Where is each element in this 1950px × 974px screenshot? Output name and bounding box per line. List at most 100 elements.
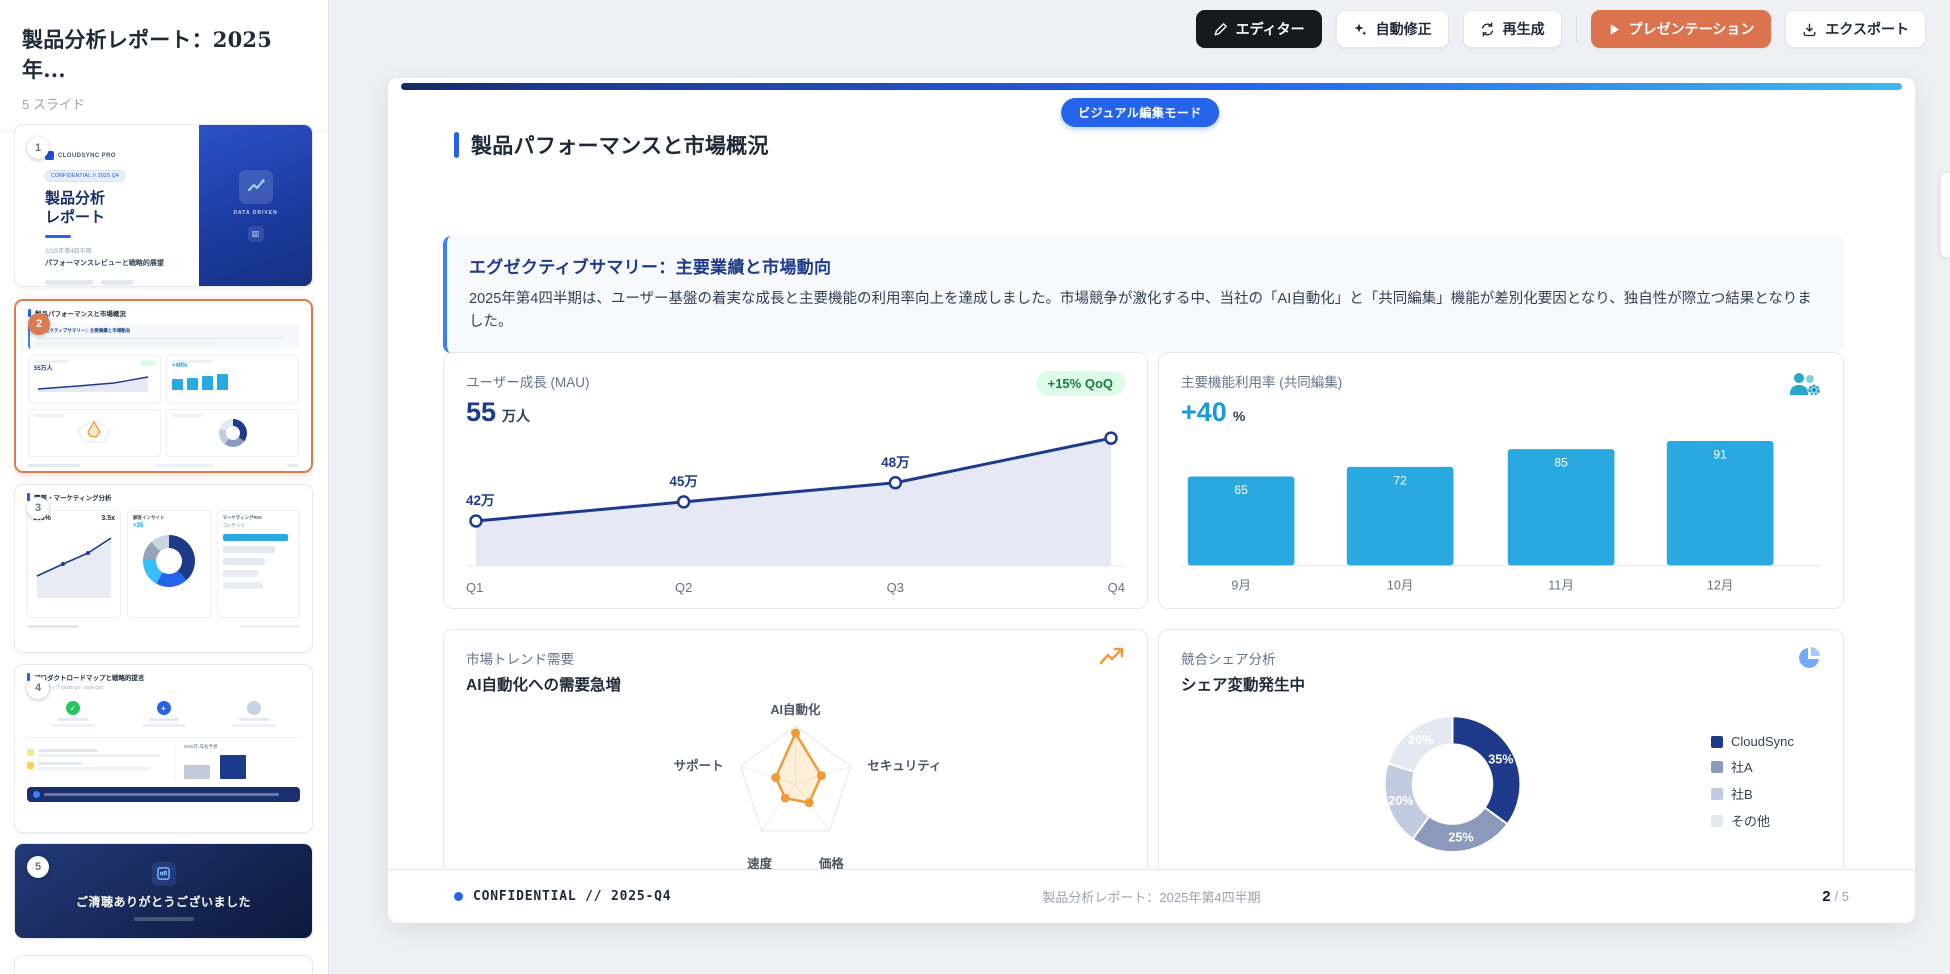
card-feature-usage[interactable]: 主要機能利用率 (共同編集) +40% 659月7210月8511月9112月 [1158,352,1844,609]
card-label: ユーザー成長 (MAU) [466,371,1125,391]
regenerate-button[interactable]: 再生成 [1463,10,1562,48]
slide-number-badge: 4 [27,677,49,699]
sidebar: 製品分析レポート：2025年... 5 スライド 1 CLOUDSYNC PRO… [0,0,329,974]
title-accent-bar [454,132,459,158]
visual-edit-mode-badge[interactable]: ビジュアル編集モード [1061,98,1219,127]
svg-text:Q2: Q2 [675,580,692,595]
auto-fix-button[interactable]: 自動修正 [1336,10,1449,48]
share-title: シェア変動発生中 [1181,673,1821,695]
sidebar-header: 製品分析レポート：2025年... 5 スライド [0,0,328,132]
legend-label: CloudSync [1731,734,1794,749]
svg-text:91: 91 [1713,447,1727,461]
legend-label: 社A [1731,757,1753,776]
export-button[interactable]: エクスポート [1785,10,1926,48]
right-panel-handle[interactable] [1940,172,1950,258]
legend-swatch [1711,815,1723,827]
logo-icon [152,862,176,886]
thumb2-stat-feature: +40% [172,363,293,369]
thumb1-title-line1: 製品分析 [45,190,105,207]
chart-icon [239,170,273,204]
svg-text:48万: 48万 [881,455,909,470]
svg-text:11月: 11月 [1548,579,1574,593]
plus-icon: + [157,701,171,715]
slide-thumbnail-5[interactable]: 5 ご清聴ありがとうございました [14,843,313,939]
svg-text:20%: 20% [1408,733,1433,747]
footer-report-title: 製品分析レポート：2025年第4四半期 [884,887,1419,906]
qoq-badge: +15% QoQ [1036,371,1125,396]
svg-text:65: 65 [1234,483,1248,497]
legend-item: CloudSync [1711,734,1794,749]
slide-canvas: ビジュアル編集モード 製品パフォーマンスと市場概況 エグゼクティブサマリー：主要… [388,78,1915,923]
confidential-label: CONFIDENTIAL // 2025-Q4 [473,889,671,904]
editor-button[interactable]: エディター [1196,10,1322,48]
thumb2-stat-mau: 55万人 [34,363,155,372]
legend-label: 社B [1731,784,1753,803]
thumb1-sub2: パフォーマンスレビューと戦略的展望 [45,258,189,268]
slide-thumbnail-3[interactable]: 3 需要・マーケティング分析 105%3.5x 顧客インサイト +35 マーケテ… [14,484,313,653]
svg-text:Q4: Q4 [1108,580,1125,595]
thumb1-logo-text: CLOUDSYNC PRO [58,153,116,159]
svg-text:AI自動化: AI自動化 [771,702,821,717]
slide-number-badge: 2 [28,313,50,335]
card-user-growth[interactable]: ユーザー成長 (MAU) 55万人 +15% QoQ 42万Q145万Q248万… [443,352,1148,609]
legend-item: その他 [1711,811,1794,830]
slide-title[interactable]: 製品パフォーマンスと市場概況 [471,130,769,160]
slide-number-badge: 3 [27,497,49,519]
svg-text:35%: 35% [1488,752,1513,766]
thumb4-subtitle: ロードマップ (2025 Q4 - 2026 Q2) [33,685,300,691]
legend-item: 社B [1711,784,1794,803]
card-label: 主要機能利用率 (共同編集) [1181,371,1821,391]
slide-thumbnail-2-selected[interactable]: 2 製品パフォーマンスと市場概況 エグゼクティブサマリー：主要業績と市場動向 5… [14,299,313,473]
svg-text:42万: 42万 [466,493,494,508]
summary-title: エグゼクティブサマリー：主要業績と市場動向 [469,253,1822,278]
thumb1-right: DATA DRIVEN ▥ [199,125,312,286]
trending-up-icon [1099,646,1125,673]
users-icon [1787,369,1821,404]
svg-text:85: 85 [1554,456,1568,470]
total-pages: / 5 [1835,889,1849,904]
thumb3-stat2: 3.5x [101,515,115,522]
page-indicator: 2/ 5 [1419,888,1849,905]
svg-text:12月: 12月 [1707,579,1734,593]
summary-body: 2025年第4四半期は、ユーザー基盤の着実な成長と主要機能の利用率向上を達成しま… [469,288,1822,335]
legend-swatch [1711,761,1723,773]
legend-swatch [1711,788,1723,800]
bar-chart-icon: ▥ [248,226,264,242]
svg-text:10月: 10月 [1387,579,1414,593]
thumbnail-list: 1 CLOUDSYNC PRO CONFIDENTIAL // 2025 Q4 … [14,124,313,974]
mau-value: 55 [466,397,496,428]
svg-text:20%: 20% [1388,794,1413,808]
svg-text:45万: 45万 [669,474,697,489]
thumb3-mid-stat: +35 [133,523,205,529]
card-market-trend[interactable]: 市場トレンド需要 AI自動化への需要急増 AI自動化セキュリティ価格速度サポート [443,629,1148,909]
presentation-button[interactable]: プレゼンテーション [1591,10,1772,48]
thumb4-chart-label: 2026年 成長予想 [184,744,300,750]
slide-count: 5 スライド [22,94,306,113]
thumb1-sub1: 2025年第4四半期 [45,246,189,255]
executive-summary[interactable]: エグゼクティブサマリー：主要業績と市場動向 2025年第4四半期は、ユーザー基盤… [443,236,1844,353]
thumb3-right-label: マーケティングROI [223,515,295,521]
svg-text:Q3: Q3 [887,580,904,595]
feature-unit: % [1233,408,1245,424]
check-icon: ✓ [66,701,80,715]
svg-text:25%: 25% [1448,831,1473,845]
slide-thumbnail-partial[interactable] [14,955,313,974]
trend-title: AI自動化への需要急増 [466,673,1125,695]
svg-text:Q1: Q1 [466,580,483,595]
thumb1-title-line2: レポート [45,209,105,226]
card-competitive-share[interactable]: 競合シェア分析 シェア変動発生中 35%25%20%20% CloudSync社… [1158,629,1844,909]
thumb5-message: ご清聴ありがとうございました [76,893,251,910]
slide-number-badge: 5 [27,856,49,878]
gradient-top-bar [401,83,1902,90]
thumb4-title: プロダクトロードマップと戦略的提言 [34,672,145,682]
slide-thumbnail-1[interactable]: 1 CLOUDSYNC PRO CONFIDENTIAL // 2025 Q4 … [14,124,313,287]
thumb2-title: 製品パフォーマンスと市場概況 [35,308,126,318]
svg-text:72: 72 [1393,473,1407,487]
card-label: 市場トレンド需要 [466,648,1125,668]
play-icon [1608,23,1621,36]
thumb1-confidential-badge: CONFIDENTIAL // 2025 Q4 [45,170,125,182]
slide-thumbnail-4[interactable]: 4 プロダクトロードマップと戦略的提言 ロードマップ (2025 Q4 - 20… [14,664,313,833]
donut-legend: CloudSync 社A 社B その他 [1711,734,1794,830]
svg-text:サポート: サポート [674,758,724,773]
slide-number-badge: 1 [27,137,49,159]
